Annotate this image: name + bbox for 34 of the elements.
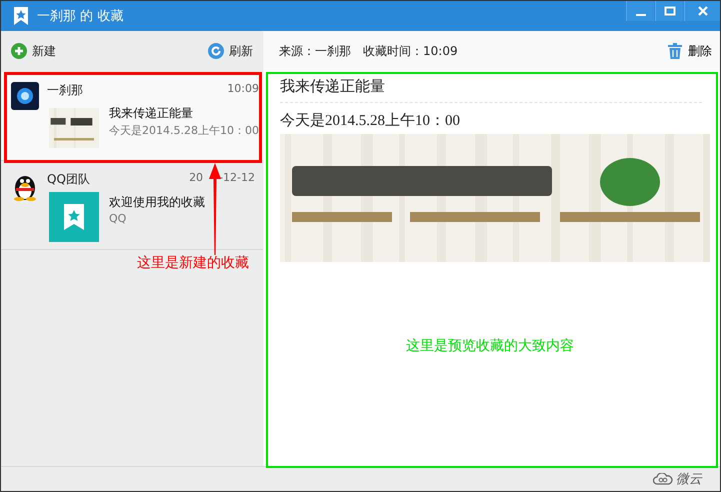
item-title: 我来传递正能量 xyxy=(109,105,194,122)
new-button[interactable]: 新建 xyxy=(11,42,56,60)
note-title: 我来传递正能量 xyxy=(280,75,702,103)
window-title: 一刹那 的 收藏 xyxy=(37,8,124,25)
plus-icon xyxy=(11,43,27,59)
maximize-icon xyxy=(664,5,676,17)
minimize-icon xyxy=(636,14,646,16)
saved-time-label: 收藏时间：10:09 xyxy=(363,42,458,60)
source-label: 来源：一刹那 xyxy=(279,42,351,60)
favorite-item[interactable]: 一刹那 10:09 我来传递正能量 今天是2014.5.28上午10：00 xyxy=(1,72,263,161)
note-text: 今天是2014.5.28上午10：00 xyxy=(280,112,461,131)
item-summary: QQ xyxy=(109,212,128,225)
author-name: 一刹那 xyxy=(47,82,83,99)
cloud-icon xyxy=(653,473,673,485)
refresh-button[interactable]: 刷新 xyxy=(208,42,253,60)
trash-icon xyxy=(668,43,682,59)
author-name: QQ团队 xyxy=(47,171,90,188)
date-text: 20 xyxy=(189,171,204,186)
item-summary: 今天是2014.5.28上午10：00 xyxy=(109,123,259,138)
date-text: 10:09 xyxy=(227,82,259,97)
bookmark-star-icon xyxy=(13,7,29,25)
date-text: -12-12 xyxy=(219,171,255,186)
annotation-text: 这里是预览收藏的大致内容 xyxy=(406,337,574,355)
bookmark-thumbnail-icon xyxy=(49,192,99,242)
avatar-icon xyxy=(11,82,39,110)
refresh-icon xyxy=(208,43,224,59)
close-icon xyxy=(696,5,708,17)
maximize-button[interactable] xyxy=(655,1,683,21)
annotation-text: 这里是新建的收藏 xyxy=(137,254,249,272)
minimize-button[interactable] xyxy=(626,1,654,21)
close-button[interactable] xyxy=(684,1,720,21)
brand-name: 微云 xyxy=(676,471,702,488)
item-title: 欢迎使用我的收藏 xyxy=(109,194,205,211)
delete-button[interactable]: 删除 xyxy=(668,42,712,60)
